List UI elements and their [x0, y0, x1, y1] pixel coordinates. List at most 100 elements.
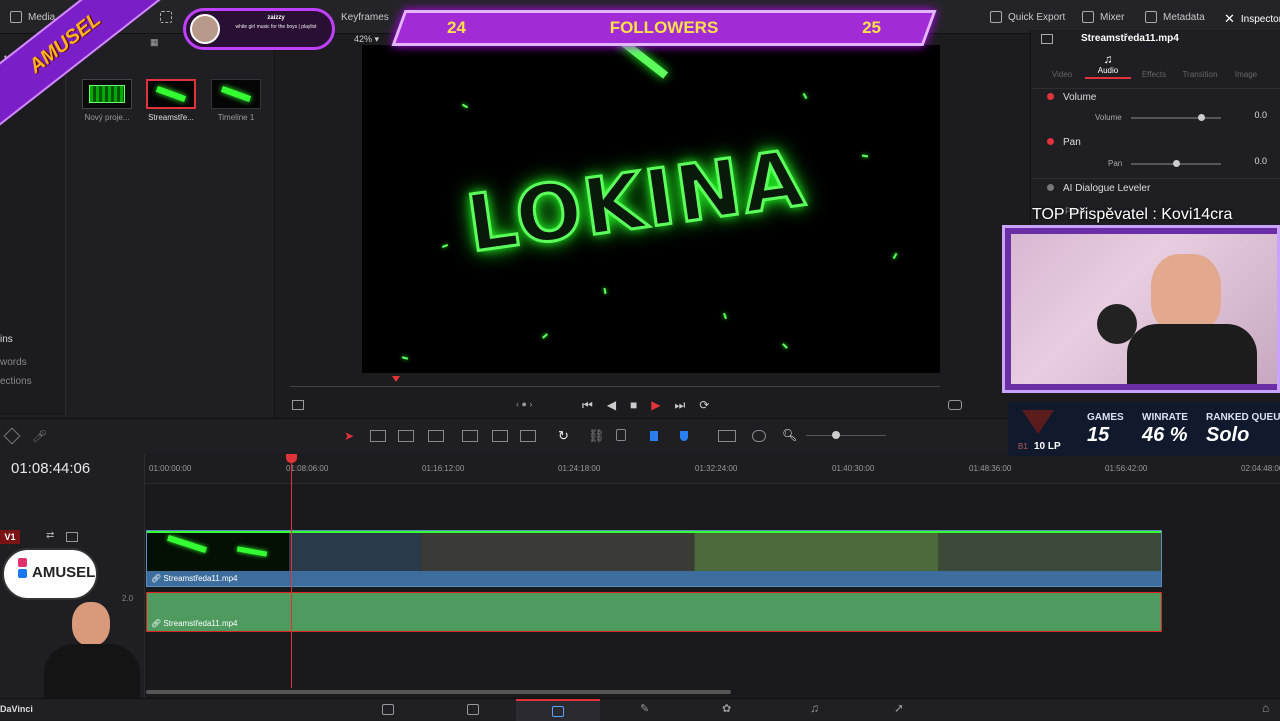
zoom-full-icon[interactable] [718, 430, 736, 442]
replace-clip-icon[interactable] [520, 430, 536, 442]
grid-icon[interactable]: ▦ [150, 37, 159, 48]
winrate-label: WINRATE [1142, 412, 1188, 423]
selection-tool-icon[interactable]: ➤ [344, 429, 354, 443]
metadata-icon [1145, 11, 1157, 23]
streamer-body [1127, 324, 1257, 384]
snap-icon[interactable] [3, 427, 21, 445]
playhead-handle[interactable] [286, 454, 297, 463]
zoom-value: 42% [354, 34, 373, 44]
volume-section[interactable]: Volume [1047, 92, 1096, 103]
track-output-icon[interactable] [66, 532, 78, 542]
tab-label: Transition [1182, 70, 1218, 79]
bin-item[interactable]: ections [0, 376, 32, 387]
video-preview[interactable]: LOKINA [362, 45, 940, 373]
enable-dot[interactable] [1047, 184, 1054, 191]
blade-tool-icon[interactable] [398, 430, 414, 442]
enable-dot[interactable] [1047, 93, 1054, 100]
tab-transition[interactable]: Transition [1177, 52, 1223, 79]
loop-icon[interactable]: ⟳ [699, 398, 709, 413]
rank-lp: 10 LP [1034, 441, 1061, 452]
clip-name: Streamstředa11.mp4 [163, 574, 238, 583]
quick-export-button[interactable]: Quick Export [990, 11, 1065, 23]
follower-goal-bar: 24 FOLLOWERS 25 [391, 10, 937, 46]
skip-end-icon[interactable]: ⏭ [675, 398, 686, 413]
bin-item[interactable]: words [0, 357, 27, 368]
clip-item[interactable]: Nový proje... [82, 79, 132, 122]
pan-slider-handle[interactable] [1173, 160, 1180, 167]
marker-icon[interactable] [680, 431, 688, 441]
crop-icon[interactable] [292, 400, 304, 410]
zoom-dropdown[interactable]: 42% ▾ [354, 34, 379, 45]
bin-item[interactable]: ins [0, 334, 13, 345]
v1-track-label[interactable]: V1 [0, 530, 20, 544]
flag-icon[interactable] [650, 431, 658, 441]
ai-leveler-section[interactable]: AI Dialogue Leveler [1047, 183, 1150, 194]
timecode-display[interactable]: 01:08:44:06 [11, 460, 90, 477]
social-icons [18, 558, 27, 578]
edit-page-tab[interactable] [516, 699, 600, 721]
divider [1031, 178, 1280, 179]
mixer-button[interactable]: Mixer [1082, 11, 1124, 23]
audio-clip[interactable]: 🔗︎ Streamstředa11.mp4 [146, 592, 1162, 632]
microphone-icon[interactable]: 🎤︎ [32, 429, 47, 443]
divider [1031, 88, 1280, 89]
tab-audio[interactable]: ♫ Audio [1085, 52, 1131, 79]
zoom-slider[interactable] [806, 435, 886, 436]
scrubber-handle[interactable] [392, 376, 400, 382]
timeline-ruler[interactable]: 01:00:00:00 01:08:06:00 01:16:12:00 01:2… [145, 454, 1280, 484]
tab-image[interactable]: Image [1223, 52, 1269, 79]
playhead[interactable] [291, 454, 292, 688]
app-name: DaVinci [0, 704, 33, 714]
deliver-page-icon[interactable]: ➚ [894, 701, 904, 715]
keyframes-tab[interactable]: Keyframes [341, 12, 389, 23]
step-back-icon[interactable]: ◀ [607, 398, 616, 413]
home-icon[interactable]: ⌂ [1262, 701, 1269, 715]
fairlight-page-icon[interactable]: ♫ [810, 701, 819, 715]
timeline-scrollbar[interactable] [146, 690, 731, 694]
list-view-button[interactable] [160, 11, 172, 23]
color-page-icon[interactable]: ✿ [722, 702, 731, 715]
zoom-slider-handle[interactable] [832, 431, 840, 439]
inspector-label: Inspector [1240, 13, 1280, 25]
cut-page-icon[interactable] [467, 704, 479, 715]
timeline-item[interactable]: Timeline 1 [211, 79, 261, 122]
tab-video[interactable]: Video [1039, 52, 1085, 79]
overwrite-clip-icon[interactable] [492, 430, 508, 442]
play-icon[interactable]: ▶ [651, 398, 660, 413]
volume-value[interactable]: 0.0 [1227, 110, 1267, 120]
auto-select-icon[interactable]: ⇄ [46, 530, 54, 541]
insert-clip-icon[interactable] [462, 430, 478, 442]
snapping-icon[interactable]: ↻ [558, 428, 569, 444]
zoom-custom-icon[interactable]: 🔍︎ [782, 428, 797, 442]
inspector-button[interactable]: ✕ Inspector [1224, 11, 1280, 27]
fusion-page-icon[interactable]: ✎ [640, 702, 649, 715]
zoom-detail-icon[interactable] [752, 430, 766, 442]
album-art [190, 14, 220, 44]
scrubber-track[interactable] [290, 386, 940, 387]
webcam-overlay [1002, 225, 1280, 393]
tab-effects[interactable]: Effects [1131, 52, 1177, 79]
pan-section[interactable]: Pan [1047, 137, 1081, 148]
dynamic-trim-icon[interactable] [428, 430, 444, 442]
jog-control[interactable]: ‹ ● › [516, 399, 532, 409]
volume-slider-handle[interactable] [1198, 114, 1205, 121]
panel-icon[interactable] [1041, 34, 1053, 44]
metadata-button[interactable]: Metadata [1145, 11, 1205, 23]
volume-slider[interactable] [1131, 117, 1221, 119]
fullscreen-icon[interactable] [948, 400, 962, 410]
pan-value[interactable]: 0.0 [1227, 156, 1267, 166]
trim-tool-icon[interactable] [370, 430, 386, 442]
lock-icon[interactable] [616, 429, 626, 441]
link-icon[interactable]: ⛓︎ [588, 428, 605, 444]
media-tab[interactable]: Media [10, 11, 55, 23]
mixer-icon [1082, 11, 1094, 23]
stop-icon[interactable]: ■ [630, 398, 637, 413]
video-clip[interactable]: 🔗︎ Streamstředa11.mp4 [146, 530, 1162, 587]
skip-start-icon[interactable]: ⏮ [582, 398, 593, 413]
clip-item-selected[interactable]: Streamstře... [146, 79, 196, 122]
rank-badge: B1 [1018, 442, 1028, 451]
link-icon: 🔗︎ [151, 574, 162, 583]
media-page-icon[interactable] [382, 704, 394, 715]
light-streak [615, 45, 669, 79]
enable-dot[interactable] [1047, 138, 1054, 145]
